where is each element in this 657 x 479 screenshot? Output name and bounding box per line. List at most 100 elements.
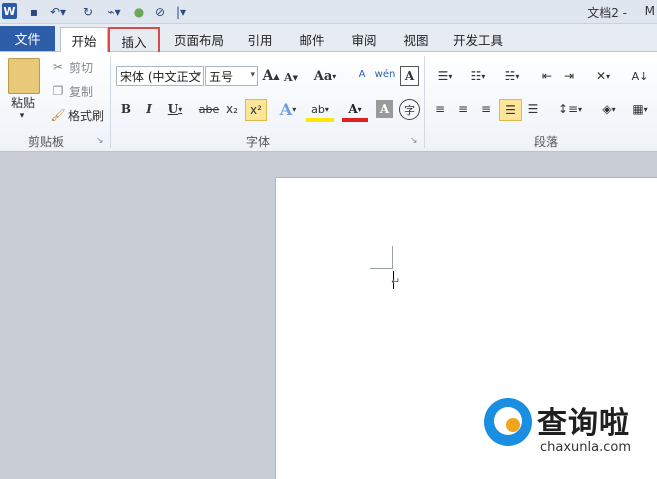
shading-button[interactable]: ◈ ▾ <box>596 100 622 118</box>
save-icon[interactable]: ▪ <box>26 3 42 21</box>
chevron-down-icon: ▾ <box>196 70 201 80</box>
enclose-characters-button[interactable]: 字 <box>399 99 420 120</box>
font-color-icon: A <box>348 102 358 116</box>
tab-file[interactable]: 文件 <box>0 26 55 51</box>
clear-format-icon: A <box>358 68 366 80</box>
align-center-button[interactable]: ≡ <box>455 100 471 118</box>
superscript-button[interactable]: x² <box>245 99 267 121</box>
grow-font-button[interactable]: A ▲ <box>262 66 280 86</box>
underline-button[interactable]: U ▾ <box>164 100 186 118</box>
undo-icon[interactable]: ↶▾ <box>48 3 68 21</box>
strikethrough-button[interactable]: abe <box>198 100 220 118</box>
qat-dropdown-icon[interactable]: |▾ <box>174 3 188 21</box>
line-spacing-icon: ↕≡ <box>557 102 579 116</box>
copy-button[interactable]: 复制 <box>66 84 96 99</box>
increase-indent-button[interactable]: ⇥ <box>560 66 578 86</box>
phonetic-icon: wén <box>374 68 396 80</box>
watermark-brand: 查询啦 <box>537 406 630 441</box>
text-effect-button[interactable]: A ▾ <box>277 99 299 119</box>
clipboard-launcher-icon[interactable]: ↘ <box>96 136 104 146</box>
watermark-logo-dot <box>506 418 520 432</box>
format-painter-button[interactable]: 格式刷 <box>66 108 106 123</box>
color-icon[interactable]: ● <box>132 3 146 21</box>
copy-icon[interactable]: ❐ <box>50 84 66 98</box>
document-title: 文档2 - <box>587 6 627 20</box>
chevron-down-icon: ▾ <box>250 70 255 80</box>
margin-corner-mark <box>392 246 393 269</box>
italic-button[interactable]: I <box>141 100 157 118</box>
align-right-icon: ≡ <box>480 102 492 116</box>
margin-corner-mark <box>370 268 392 269</box>
distributed-icon: ☰ <box>527 102 539 116</box>
tab-home[interactable]: 开始 <box>60 27 108 53</box>
clipboard-icon[interactable] <box>8 58 40 94</box>
multilevel-list-button[interactable]: ☵ ▾ <box>498 66 526 86</box>
bold-button[interactable]: B <box>118 100 134 118</box>
subscript-button[interactable]: x₂ <box>222 100 242 118</box>
align-left-button[interactable]: ≡ <box>432 100 448 118</box>
tab-mailings[interactable]: 邮件 <box>292 28 332 50</box>
paste-dropdown-icon[interactable]: ▾ <box>16 110 28 122</box>
tab-developer[interactable]: 开发工具 <box>446 28 510 50</box>
underline-icon: U <box>167 102 179 116</box>
clear-icon[interactable]: ⊘ <box>152 3 168 21</box>
phonetic-guide-button[interactable]: wén <box>374 62 396 86</box>
change-case-icon: Aa <box>313 68 333 84</box>
align-left-icon: ≡ <box>434 102 446 116</box>
cut-icon[interactable]: ✂ <box>50 60 66 74</box>
sort-icon: A↓ <box>631 69 649 83</box>
paragraph-mark-icon: ↵ <box>391 275 401 288</box>
highlighter-icon: ab <box>311 102 325 116</box>
line-spacing-button[interactable]: ↕≡ ▾ <box>556 100 584 118</box>
borders-button[interactable]: ▦ ▾ <box>628 100 652 118</box>
format-painter-icon[interactable]: ⌁▾ <box>102 3 126 21</box>
align-right-button[interactable]: ≡ <box>478 100 494 118</box>
paragraph-group-label: 段落 <box>533 135 558 149</box>
tab-references[interactable]: 引用 <box>240 28 280 50</box>
increase-indent-icon: ⇥ <box>563 69 575 83</box>
tab-view[interactable]: 视图 <box>396 28 436 50</box>
numbering-button[interactable]: ☷ ▾ <box>464 66 492 86</box>
font-launcher-icon[interactable]: ↘ <box>410 136 418 146</box>
font-name-select[interactable]: 宋体 (中文正文 ▾ <box>116 66 204 86</box>
decrease-indent-button[interactable]: ⇤ <box>538 66 556 86</box>
justify-button[interactable]: ☰ <box>499 99 522 121</box>
bullets-icon: ☰ <box>437 69 449 83</box>
shrink-font-button[interactable]: A ▼ <box>283 68 299 86</box>
redo-icon[interactable]: ↻ <box>80 3 96 21</box>
change-case-button[interactable]: Aa ▾ <box>312 66 338 86</box>
paint-bucket-icon: ◈ <box>602 102 612 116</box>
highlight-color-button[interactable]: ab ▾ <box>306 100 334 122</box>
title-bar <box>0 0 657 24</box>
font-group-label: 字体 <box>245 135 270 149</box>
bullets-button[interactable]: ☰ ▾ <box>432 66 458 86</box>
multilevel-list-icon: ☵ <box>504 69 516 83</box>
shrink-font-icon: A <box>284 70 293 84</box>
group-separator <box>424 56 425 148</box>
decrease-indent-icon: ⇤ <box>541 69 553 83</box>
cut-button[interactable]: 剪切 <box>66 60 96 75</box>
group-separator <box>110 56 111 148</box>
tab-insert[interactable]: 插入 <box>108 27 160 55</box>
char-border-button[interactable]: A <box>400 66 419 86</box>
char-shading-button[interactable]: A <box>376 100 393 118</box>
align-center-icon: ≡ <box>457 102 469 116</box>
justify-icon: ☰ <box>505 103 516 117</box>
clear-formatting-button[interactable]: A <box>352 62 372 86</box>
word-app-icon[interactable]: W <box>2 3 17 19</box>
font-name-value: 宋体 (中文正文 <box>120 69 201 84</box>
watermark-url: chaxunla.com <box>540 440 631 455</box>
format-painter-brush-icon[interactable]: 🖌 <box>50 108 66 122</box>
borders-icon: ▦ <box>632 102 644 116</box>
font-color-button[interactable]: A ▾ <box>342 100 368 122</box>
chinese-layout-icon: ✕ <box>595 69 607 83</box>
chinese-layout-button[interactable]: ✕ ▾ <box>590 66 616 86</box>
distributed-button[interactable]: ☰ <box>524 100 542 118</box>
numbering-icon: ☷ <box>470 69 482 83</box>
tab-review[interactable]: 审阅 <box>344 28 384 50</box>
tab-page-layout[interactable]: 页面布局 <box>168 28 230 50</box>
document-title-tail: M <box>644 4 655 18</box>
paste-button[interactable]: 粘贴 <box>4 94 42 110</box>
font-size-select[interactable]: 五号 ▾ <box>205 66 258 86</box>
sort-button[interactable]: A↓ <box>630 64 650 88</box>
